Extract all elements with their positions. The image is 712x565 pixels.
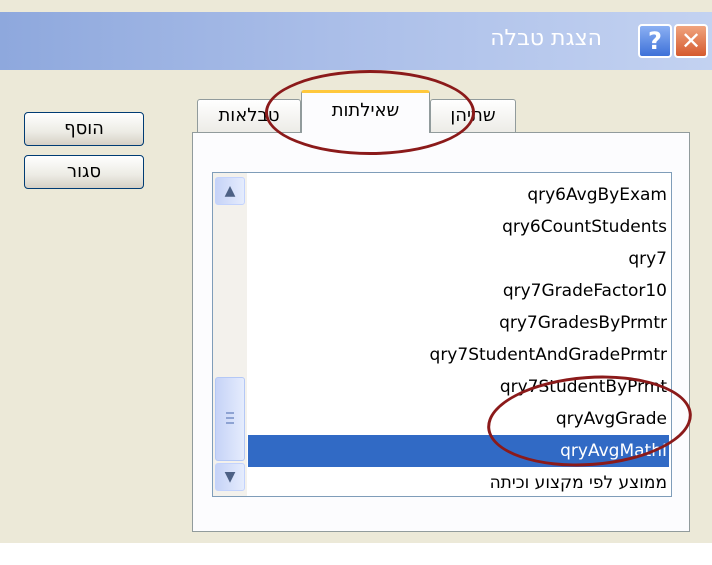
list-item[interactable]: qry7StudentByPrmt (249, 371, 669, 403)
bottom-edge (0, 543, 712, 565)
scroll-up-button[interactable]: ▲ (215, 177, 245, 205)
list-item[interactable]: qryAvgGrade (249, 403, 669, 435)
list-item[interactable]: qry7 (249, 243, 669, 275)
tab-queries[interactable]: שאילתות (301, 90, 430, 133)
window-title: הצגת טבלה (490, 26, 602, 51)
query-list: qry6AvgByExam qry6CountStudents qry7 qry… (247, 179, 670, 496)
title-bar[interactable]: הצגת טבלה ? ✕ (0, 12, 712, 70)
help-button[interactable]: ? (638, 24, 672, 58)
query-listbox[interactable]: ▲ ▼ qry6AvgByExam qry6CountStudents qry7… (212, 172, 672, 497)
scrollbar-thumb[interactable] (215, 377, 245, 461)
grip-icon (226, 412, 234, 424)
close-window-button[interactable]: ✕ (674, 24, 708, 58)
close-button[interactable]: סגור (24, 155, 144, 189)
list-item[interactable]: qry6AvgByExam (249, 179, 669, 211)
list-item[interactable]: qry7GradeFactor10 (249, 275, 669, 307)
tab-tables[interactable]: טבלאות (197, 99, 301, 133)
chevron-down-icon: ▼ (224, 469, 236, 485)
list-item[interactable]: qry7StudentAndGradePrmtr (249, 339, 669, 371)
list-item[interactable]: ממוצע לפי מקצוע וכיתה (249, 467, 669, 496)
show-table-dialog: הצגת טבלה ? ✕ הוסף סגור טבלאות שתיהן שאי… (0, 0, 712, 565)
list-item[interactable]: qry6CountStudents (249, 211, 669, 243)
question-mark-icon: ? (648, 27, 662, 55)
list-item-selected[interactable]: qryAvgMathI (247, 434, 670, 468)
add-button[interactable]: הוסף (24, 112, 144, 146)
list-item[interactable]: qry7GradesByPrmtr (249, 307, 669, 339)
tab-both[interactable]: שתיהן (430, 99, 516, 133)
vertical-scrollbar[interactable]: ▲ ▼ (213, 173, 247, 496)
scroll-down-button[interactable]: ▼ (215, 463, 245, 491)
close-icon: ✕ (680, 27, 702, 55)
chevron-up-icon: ▲ (224, 183, 236, 199)
